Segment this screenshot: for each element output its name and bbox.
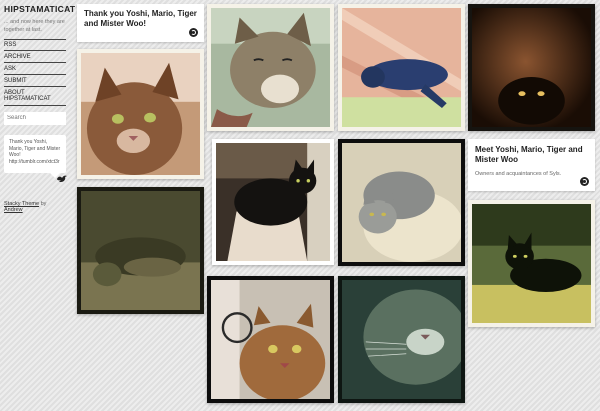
nav-link-ask[interactable]: ASK (4, 63, 66, 76)
photo-post-teal-cat[interactable] (338, 276, 465, 403)
reblog-icon[interactable] (189, 28, 198, 37)
nav-link-about[interactable]: ABOUT HIPSTAMATICAT (4, 87, 66, 106)
cat-photo (342, 8, 461, 127)
tweet-bubble: Thank you Yoshi, Mario, Tiger and Mister… (4, 134, 67, 182)
photo-post-tabby-closeup[interactable] (77, 49, 204, 179)
nav-link-submit[interactable]: SUBMIT (4, 75, 66, 88)
nav-link-archive[interactable]: ARCHIVE (4, 51, 66, 64)
photo-post-tabby-couch[interactable] (207, 4, 334, 131)
nav-menu: RSS ARCHIVE ASK SUBMIT ABOUT HIPSTAMATIC… (4, 40, 66, 106)
text-post-thank-you[interactable]: Thank you Yoshi, Mario, Tiger and Mister… (77, 4, 204, 42)
cat-photo (81, 53, 200, 175)
photo-post-bengal-cat[interactable] (207, 276, 334, 403)
twitter-bird-icon (57, 175, 67, 182)
post-body: Owners and acquaintances of Syls. (475, 170, 562, 177)
photo-post-black-cat-stool[interactable] (212, 139, 334, 265)
photo-post-black-cat-floor[interactable] (338, 4, 465, 131)
text-post-meet-cats[interactable]: Meet Yoshi, Mario, Tiger and Mister Woo … (468, 139, 595, 191)
cat-photo (472, 204, 591, 323)
nav-link-rss[interactable]: RSS (4, 40, 66, 52)
photo-post-cat-sofa[interactable] (77, 187, 204, 314)
blog-title[interactable]: HIPSTAMATICAT (4, 4, 75, 14)
reblog-icon[interactable] (580, 177, 589, 186)
cat-photo (81, 191, 200, 310)
blog-description: ... and now here they are together at la… (4, 18, 66, 40)
theme-credit: Stacky Theme by Andrew (4, 201, 66, 213)
search-input[interactable] (4, 111, 66, 125)
photo-post-dark-cat[interactable] (468, 4, 595, 131)
photo-post-gray-cat-cushion[interactable] (338, 139, 465, 266)
cat-photo (342, 143, 461, 262)
post-title[interactable]: Meet Yoshi, Mario, Tiger and Mister Woo (475, 145, 588, 166)
cat-photo (216, 143, 330, 261)
cat-photo (211, 280, 330, 399)
tweet-text: Thank you Yoshi, Mario, Tiger and Mister… (9, 138, 61, 166)
photo-post-black-cat-rug[interactable] (468, 200, 595, 327)
author-link[interactable]: Andrew (4, 207, 23, 213)
cat-photo (342, 280, 461, 399)
cat-photo (472, 8, 591, 127)
post-title[interactable]: Thank you Yoshi, Mario, Tiger and Mister… (84, 9, 197, 30)
credit-by: by (40, 200, 47, 207)
sidebar: HIPSTAMATICAT ... and now here they are … (4, 0, 75, 213)
cat-photo (211, 8, 330, 127)
